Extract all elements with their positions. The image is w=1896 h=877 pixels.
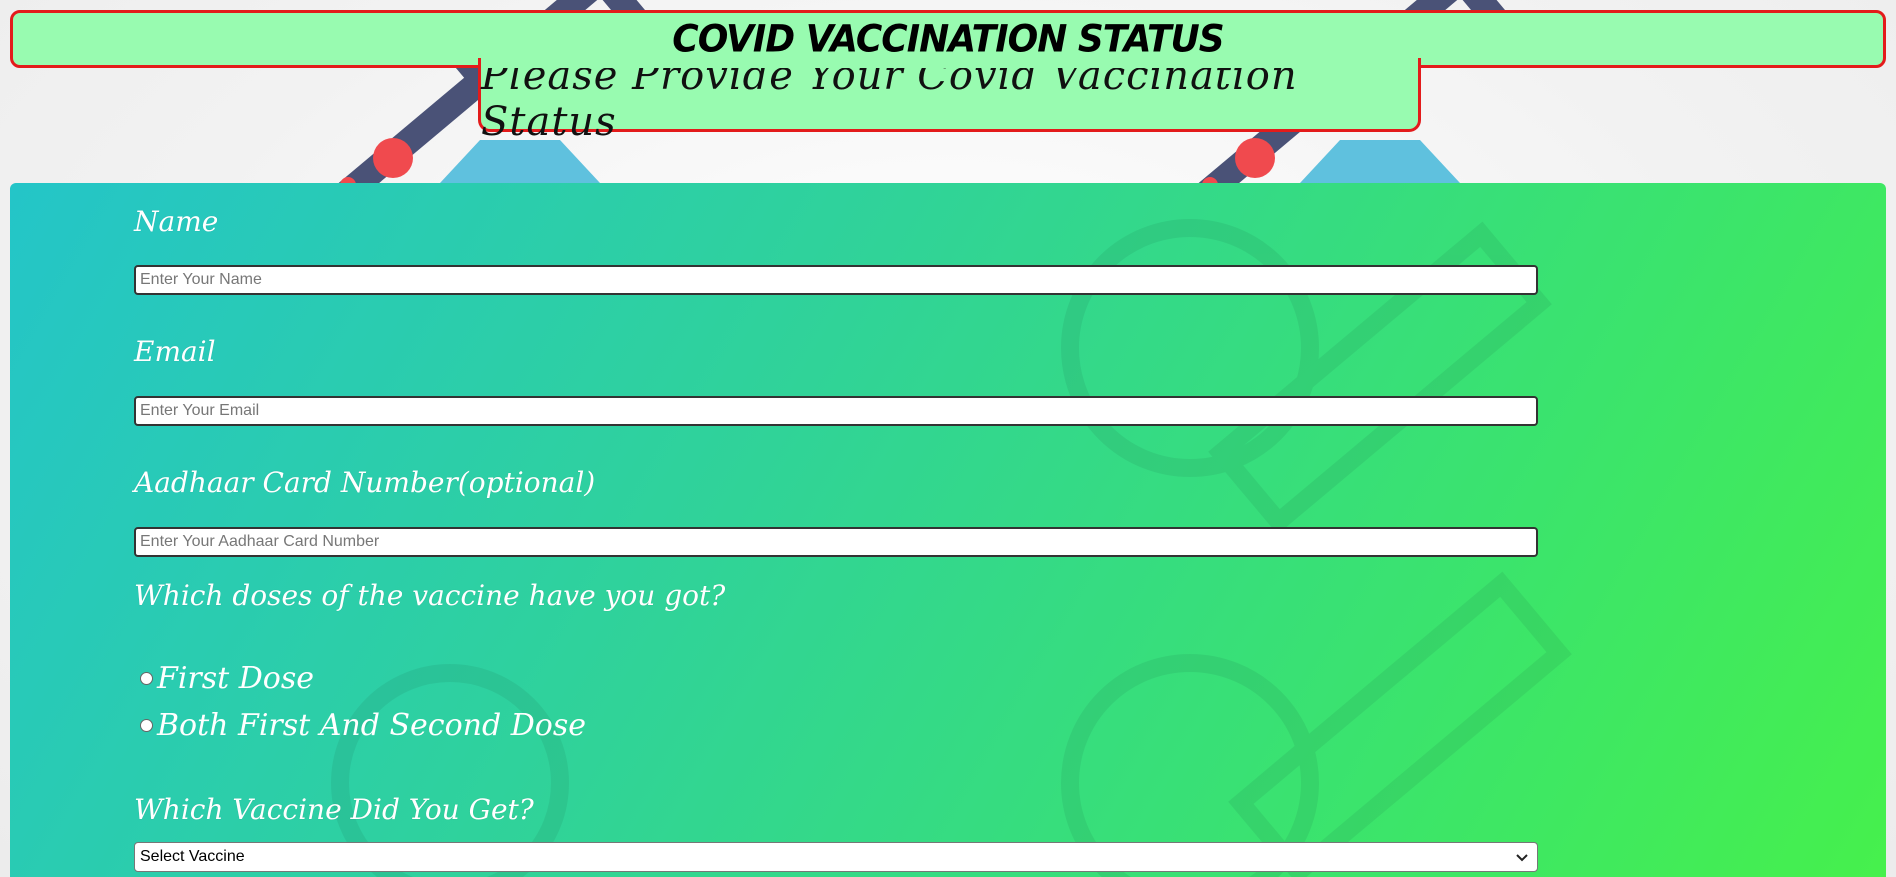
chevron-down-icon <box>1516 854 1528 862</box>
doses-question: Which doses of the vaccine have you got? <box>134 579 726 612</box>
radio-icon[interactable] <box>140 719 153 732</box>
subtitle-banner: Please Provide Your Covid Vaccination St… <box>478 53 1421 145</box>
aadhaar-label: Aadhaar Card Number(optional) <box>134 466 596 499</box>
virus-icon <box>1061 219 1319 477</box>
page: COVID VACCINATION STATUS Please Provide … <box>0 0 1896 877</box>
name-label: Name <box>134 205 219 238</box>
syringe-icon <box>1300 140 1460 183</box>
syringe-icon <box>440 140 600 183</box>
dose-option-label: First Dose <box>157 661 315 696</box>
vaccine-question: Which Vaccine Did You Get? <box>134 793 534 826</box>
dose-option-label: Both First And Second Dose <box>157 708 586 743</box>
virus-icon <box>373 138 413 178</box>
dose-option-both[interactable]: Both First And Second Dose <box>140 708 586 743</box>
vaccination-form: Name Email Aadhaar Card Number(optional)… <box>10 183 1886 877</box>
name-input[interactable] <box>134 265 1538 295</box>
radio-icon[interactable] <box>140 672 153 685</box>
email-label: Email <box>134 335 216 368</box>
page-subtitle: Please Provide Your Covid Vaccination St… <box>481 52 1298 145</box>
vaccine-select[interactable]: Select Vaccine <box>134 842 1538 872</box>
vaccine-select-value: Select Vaccine <box>140 848 245 865</box>
aadhaar-input[interactable] <box>134 527 1538 557</box>
email-input[interactable] <box>134 396 1538 426</box>
dose-option-first[interactable]: First Dose <box>140 661 314 696</box>
